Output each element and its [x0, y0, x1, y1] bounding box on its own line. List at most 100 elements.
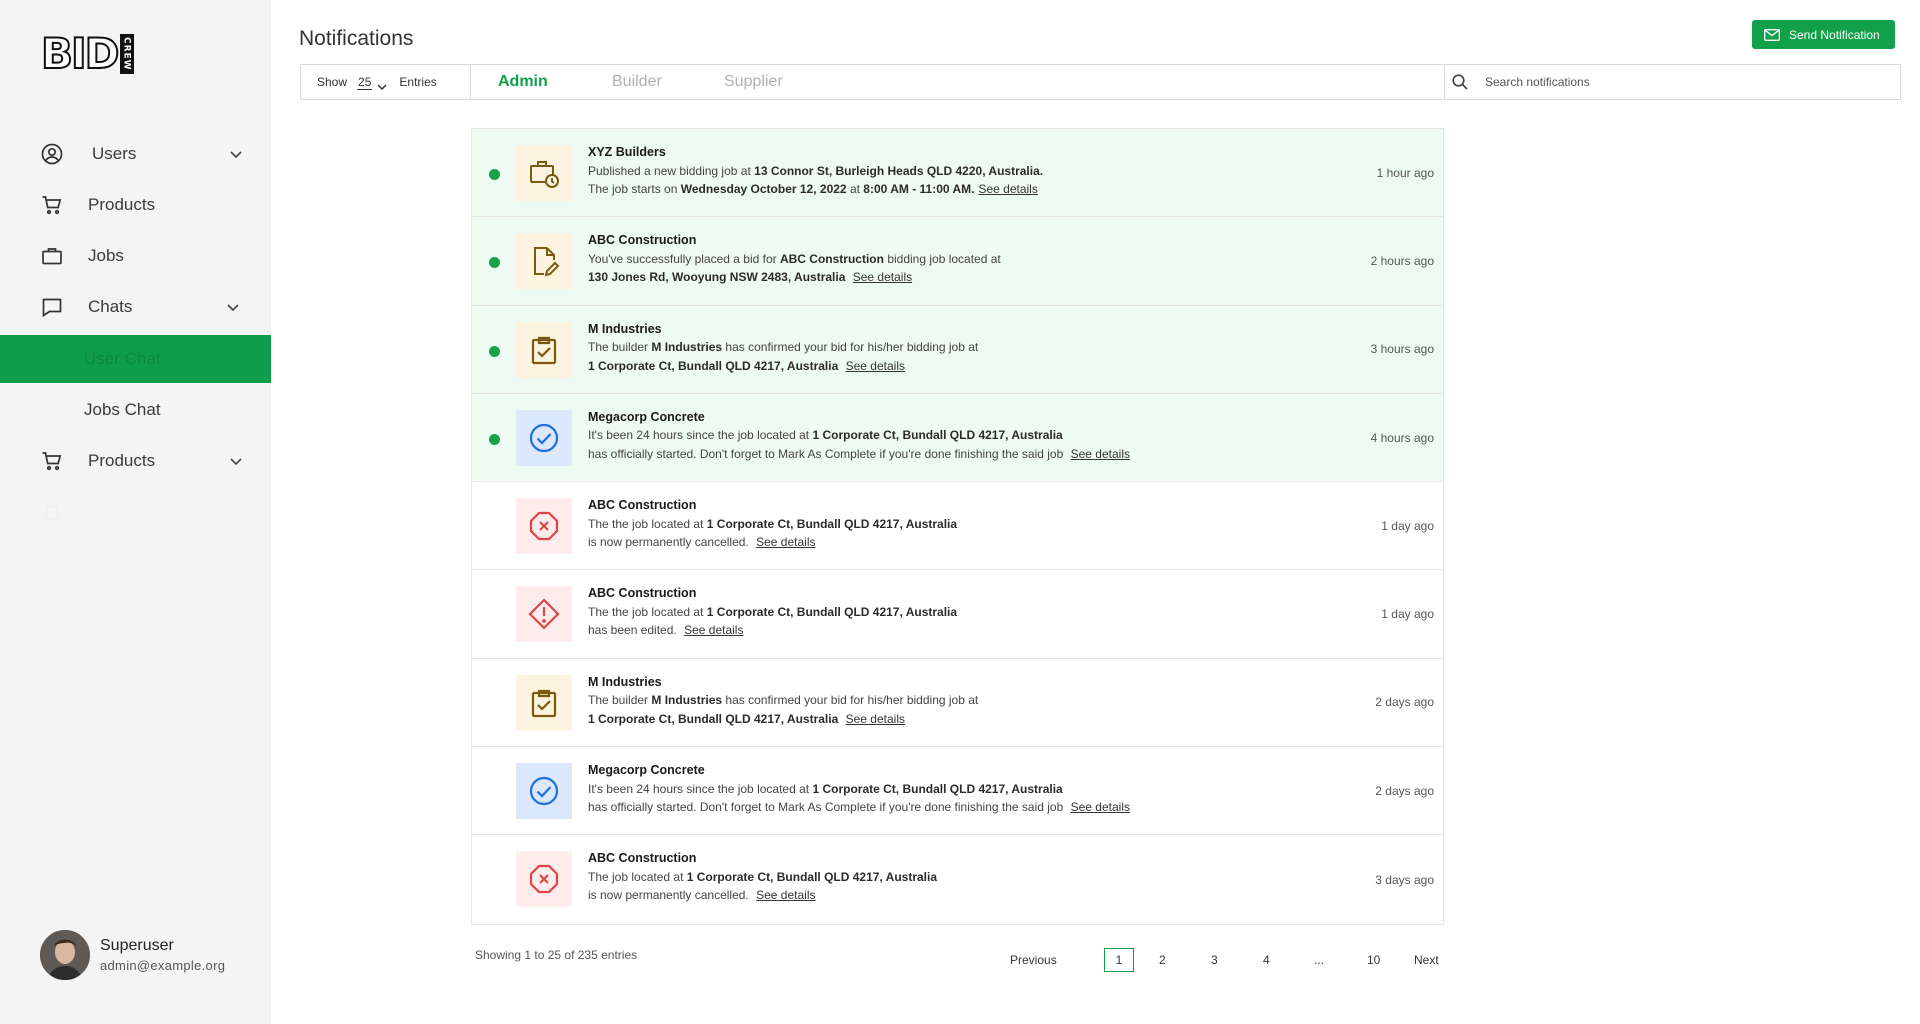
notification-sender: ABC Construction — [588, 586, 697, 601]
sidebar-item-user-chat[interactable]: User Chat — [0, 335, 271, 383]
sidebar-item-label: Notifications — [88, 502, 181, 521]
pagination-next[interactable]: Next — [1414, 948, 1439, 972]
line1-text: It's been 24 hours since the job located… — [588, 428, 810, 443]
x-octagon-icon — [528, 510, 560, 542]
notification-line-2: The job starts on Wednesday October 12, … — [588, 180, 1348, 199]
notification-time: 2 days ago — [1375, 783, 1434, 798]
pagination-page-4[interactable]: 4 — [1263, 948, 1270, 972]
notification-row[interactable]: M Industries The builder M Industries has… — [472, 305, 1443, 394]
user-profile[interactable]: Superuser admin@example.org — [40, 930, 225, 980]
notification-line-1: The the job located at 1 Corporate Ct, B… — [588, 515, 1348, 534]
pagination-page-3[interactable]: 3 — [1211, 948, 1218, 972]
notification-icon-box — [516, 145, 572, 201]
notification-icon-box — [516, 409, 572, 466]
line1-post: has confirmed your bid for his/her biddi… — [725, 340, 979, 355]
notification-row[interactable]: M Industries The builder M Industries has… — [472, 659, 1443, 748]
chevron-down-icon[interactable] — [229, 147, 243, 161]
logo-wordmark: BID — [40, 29, 120, 78]
notification-content: ABC Construction You've successfully plac… — [588, 231, 1348, 287]
brand-logo[interactable]: BID CREW — [40, 29, 134, 78]
send-notification-button[interactable]: Send Notification — [1752, 20, 1895, 49]
chevron-down-icon[interactable] — [377, 79, 387, 90]
pagination-previous[interactable]: Previous — [1010, 948, 1057, 972]
sidebar-item-jobs-chat[interactable]: Jobs Chat — [0, 386, 271, 434]
line2-text: has been edited. — [588, 623, 677, 638]
sidebar-item-products-2[interactable]: Products — [0, 437, 271, 485]
line1-text: It's been 24 hours since the job located… — [588, 781, 810, 796]
line1-text: The builder — [588, 693, 649, 708]
line1-text: The the job located at — [588, 516, 704, 531]
see-details-link[interactable]: See details — [756, 888, 815, 902]
envelope-icon — [1764, 28, 1780, 41]
chevron-down-icon[interactable] — [229, 454, 243, 468]
notification-row[interactable]: Megacorp Concrete It's been 24 hours sinc… — [472, 393, 1443, 483]
search-box — [1444, 65, 1900, 99]
user-name: Superuser — [100, 937, 174, 954]
sidebar-item-products[interactable]: Products — [0, 181, 271, 229]
notification-icon-box — [516, 498, 572, 555]
notification-row[interactable]: XYZ Builders Published a new bidding job … — [472, 129, 1443, 218]
line1-bold: 1 Corporate Ct, Bundall QLD 4217, Austra… — [706, 604, 958, 619]
sidebar-item-users[interactable]: Users — [0, 130, 271, 178]
send-notification-label: Send Notification — [1789, 27, 1880, 42]
entries-selector[interactable]: Show 25 Entries — [301, 65, 471, 99]
notification-icon-box — [516, 851, 572, 908]
notification-time: 1 day ago — [1381, 518, 1434, 533]
see-details-link[interactable]: See details — [1071, 447, 1130, 461]
notification-line-2: is now permanently cancelled. See detail… — [588, 533, 1348, 552]
see-details-link[interactable]: See details — [846, 712, 905, 726]
notification-content: Megacorp Concrete It's been 24 hours sinc… — [588, 408, 1348, 464]
see-details-link[interactable]: See details — [756, 535, 815, 549]
notification-row[interactable]: ABC Construction You've successfully plac… — [472, 217, 1443, 306]
line2-bold: 1 Corporate Ct, Bundall QLD 4217, Austra… — [588, 711, 839, 726]
search-input[interactable] — [1485, 75, 1885, 89]
clipboard-check-icon — [527, 333, 561, 367]
chevron-down-icon[interactable] — [226, 300, 240, 314]
tab-builder[interactable]: Builder — [612, 65, 662, 99]
notification-line-2: has officially started. Don't forget to … — [588, 445, 1348, 464]
notification-icon-box — [516, 321, 572, 378]
pagination-page-10[interactable]: 10 — [1367, 948, 1380, 972]
notification-icon-box — [516, 674, 572, 731]
notification-line-2: 1 Corporate Ct, Bundall QLD 4217, Austra… — [588, 357, 1348, 376]
document-edit-icon — [527, 244, 561, 278]
notification-row[interactable]: ABC Construction The the job located at 1… — [472, 482, 1443, 571]
line1-bold: 1 Corporate Ct, Bundall QLD 4217, Austra… — [812, 781, 1063, 796]
see-details-link[interactable]: See details — [846, 359, 905, 373]
notification-content: ABC Construction The job located at 1 Cor… — [588, 849, 1348, 905]
bell-icon — [40, 500, 64, 524]
notification-sender: XYZ Builders — [588, 145, 666, 159]
notification-row[interactable]: ABC Construction The the job located at 1… — [472, 570, 1443, 659]
notification-row[interactable]: ABC Construction The job located at 1 Cor… — [472, 835, 1443, 923]
entries-value[interactable]: 25 — [357, 75, 373, 90]
see-details-link[interactable]: See details — [684, 623, 743, 637]
sidebar-item-label: Products — [88, 451, 156, 470]
sidebar-item-chats[interactable]: Chats — [0, 283, 271, 331]
sidebar-item-jobs[interactable]: Jobs — [0, 232, 271, 280]
entries-label: Entries — [399, 75, 437, 89]
see-details-link[interactable]: See details — [978, 182, 1037, 196]
notification-content: ABC Construction The the job located at 1… — [588, 496, 1348, 552]
notification-time: 3 days ago — [1375, 872, 1434, 887]
sidebar-item-notifications[interactable]: Notifications — [0, 488, 271, 536]
sidebar: BID CREW Users Products Jobs Chats User … — [0, 0, 271, 1024]
notification-icon-box — [516, 233, 572, 290]
sidebar-item-label: Chats — [88, 297, 133, 316]
pagination-page-1[interactable]: 1 — [1104, 948, 1134, 972]
unread-dot — [489, 257, 500, 269]
sidebar-item-label: User Chat — [84, 349, 161, 368]
line2-text: is now permanently cancelled. — [588, 535, 749, 550]
see-details-link[interactable]: See details — [1071, 800, 1130, 814]
sidebar-item-label: Products — [88, 195, 156, 214]
tab-admin[interactable]: Admin — [498, 65, 548, 99]
check-circle-icon — [527, 421, 561, 455]
sidebar-item-label: Users — [92, 144, 137, 163]
tab-supplier[interactable]: Supplier — [724, 65, 783, 99]
notification-icon-box — [516, 763, 572, 820]
sidebar-item-label: Jobs — [88, 246, 124, 265]
pagination-page-2[interactable]: 2 — [1159, 948, 1166, 972]
notification-line-1: The builder M Industries has confirmed y… — [588, 691, 1348, 710]
notification-line-2: is now permanently cancelled. See detail… — [588, 886, 1348, 905]
notification-row[interactable]: Megacorp Concrete It's been 24 hours sinc… — [472, 747, 1443, 836]
see-details-link[interactable]: See details — [853, 270, 912, 284]
